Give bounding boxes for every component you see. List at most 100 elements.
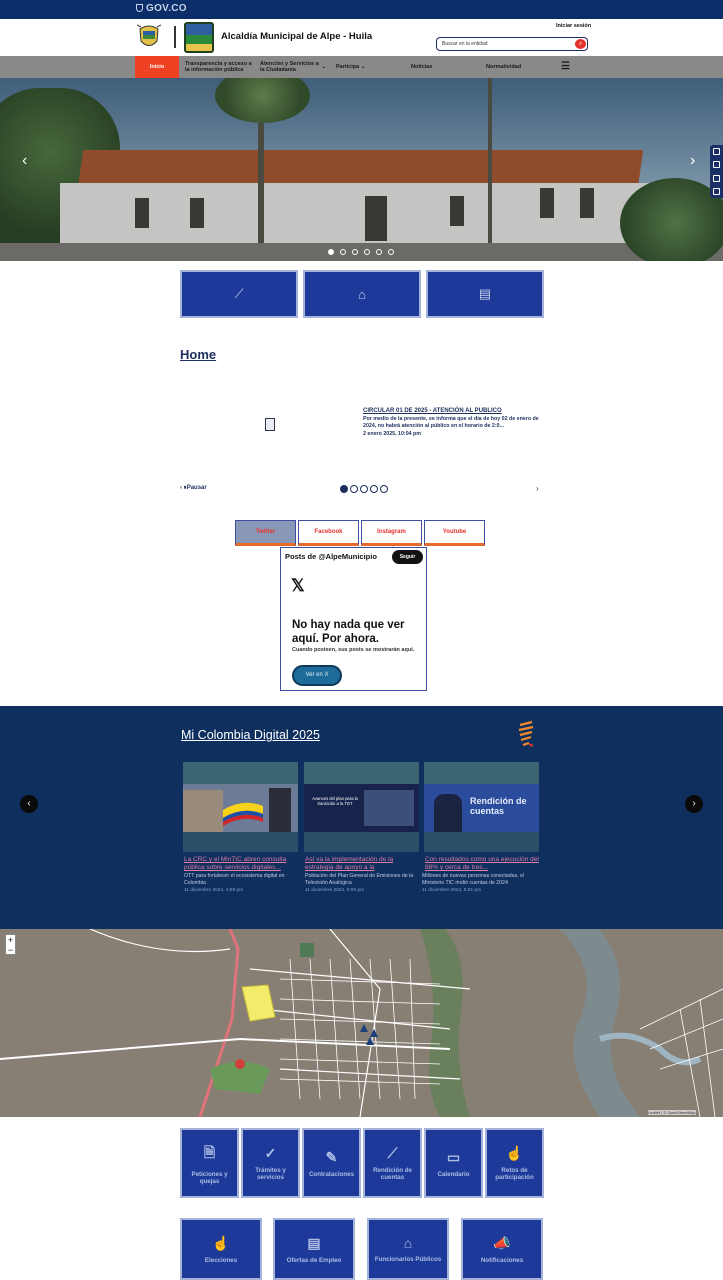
hero-prev-arrow[interactable]: ‹	[22, 152, 27, 170]
news-summary: Por medio de la presente, se informa que…	[363, 416, 539, 429]
mi-colombia-logo	[518, 720, 534, 747]
hero-next-arrow[interactable]: ›	[690, 152, 695, 170]
tile-funcionarios[interactable]: ⌂ Funcionarios Públicos	[367, 1218, 449, 1280]
tab-facebook[interactable]: Facebook	[298, 520, 359, 546]
nav-item-inicio[interactable]: Inicio	[135, 56, 179, 78]
card-overlay-text: Rendición de cuentas	[470, 796, 527, 816]
contrast-icon[interactable]	[713, 148, 720, 156]
news-pager-dots	[340, 485, 388, 493]
card-date: 11 diciembre 2024, 4:59 pm	[184, 888, 244, 893]
gov-co-logo[interactable]: GOV.CO	[136, 3, 187, 14]
header-divider	[174, 26, 176, 48]
news-pager-dot[interactable]	[380, 485, 388, 493]
mcd-next-arrow[interactable]: ›	[685, 795, 703, 813]
hero-dot[interactable]	[328, 249, 334, 255]
hero-pole	[488, 78, 492, 243]
tile-elecciones[interactable]: ☝ Elecciones	[180, 1218, 262, 1280]
tile-empleo[interactable]: ▤ Ofertas de Empleo	[273, 1218, 355, 1280]
hero-dot[interactable]	[388, 249, 394, 255]
zoom-out-button[interactable]: −	[6, 945, 15, 955]
site-title[interactable]: Alcaldía Municipal de Alpe - Huila	[221, 31, 372, 42]
zoom-in-button[interactable]: +	[6, 935, 15, 945]
hero-window	[540, 188, 554, 218]
home-heading: Home	[180, 347, 217, 362]
municipal-shield-logo	[184, 22, 214, 53]
news-pager-dot[interactable]	[370, 485, 378, 493]
card-image[interactable]	[183, 784, 298, 832]
card-image[interactable]: Avances del plan para la transición a la…	[304, 784, 419, 832]
document-icon: 🗎	[203, 1143, 216, 1160]
news-pager-dot[interactable]	[350, 485, 358, 493]
nav-item-atencion[interactable]: Atención y Servicios a la Ciudadanía ⌄	[260, 56, 326, 78]
nav-item-participa[interactable]: Participa ⌄	[336, 56, 376, 78]
x-follow-button[interactable]: Seguir	[392, 550, 423, 564]
screen-reader-icon[interactable]	[713, 187, 720, 195]
hero-dot[interactable]	[364, 249, 370, 255]
x-empty-title: No hay nada que ver aquí. Por ahora.	[292, 619, 405, 645]
hero-window	[450, 196, 464, 226]
card-overlay-text: Avances del plan para la transición a la…	[312, 796, 358, 806]
mcd-prev-arrow[interactable]: ‹	[20, 795, 38, 813]
tile-notificaciones[interactable]: 📣 Notificaciones	[461, 1218, 543, 1280]
hero-door	[365, 196, 387, 241]
nav-item-noticias[interactable]: Noticias	[411, 56, 441, 78]
quick-link-news[interactable]: ▤	[426, 270, 544, 318]
building-icon: ⌂	[403, 1235, 413, 1251]
tile-contrataciones[interactable]: ✎ Contrataciones	[302, 1128, 361, 1198]
x-posts-header: Posts de @AlpeMunicipio	[285, 552, 377, 561]
tab-twitter[interactable]: Twitter	[235, 520, 296, 546]
news-pause-button[interactable]: ‹ ⏸Pausar	[180, 485, 207, 492]
x-empty-subtitle: Cuando posteen, sus posts se mostrarán a…	[292, 647, 415, 653]
gov-bar	[0, 0, 723, 19]
quick-link-home[interactable]: ⌂	[303, 270, 421, 318]
card-description: Población del Plan General de Emisiones …	[305, 873, 414, 886]
hamburger-menu-icon[interactable]: ☰	[561, 56, 573, 78]
location-map[interactable]	[0, 929, 723, 1117]
search-icon[interactable]: ⌕	[575, 39, 586, 49]
card-band	[183, 762, 298, 784]
chevron-down-icon: ⌄	[360, 64, 366, 70]
search-box[interactable]: Buscar en la entidad ⌕	[436, 37, 588, 51]
colombia-coat-of-arms-logo	[137, 24, 161, 46]
card-photo	[364, 790, 414, 826]
card-shadow	[183, 832, 298, 852]
card-date: 11 diciembre 2024, 5:01 pm	[422, 888, 482, 893]
megaphone-icon: 📣	[493, 1234, 511, 1251]
map-attribution[interactable]: Leaflet | © OpenStreetMap	[648, 1110, 696, 1115]
news-title[interactable]: CIRCULAR 01 DE 2025 - ATENCIÓN AL PUBLIC…	[363, 408, 502, 414]
hero-dot[interactable]	[376, 249, 382, 255]
tile-retos[interactable]: ☝ Retos de participación	[485, 1128, 544, 1198]
font-size-icon[interactable]	[713, 161, 720, 169]
vote-icon: ☝	[212, 1234, 230, 1251]
login-link[interactable]: Iniciar sesión	[556, 23, 591, 29]
mi-colombia-title[interactable]: Mi Colombia Digital 2025	[181, 728, 320, 742]
news-pager-dot[interactable]	[340, 485, 348, 493]
quick-link-chart[interactable]: ⟋	[180, 270, 298, 318]
calendar-icon: ▭	[446, 1148, 461, 1165]
card-image[interactable]: Rendición de cuentas	[424, 784, 539, 832]
tile-rendicion[interactable]: ⟋ Rendición de cuentas	[363, 1128, 422, 1198]
hero-tree	[620, 178, 723, 261]
tile-calendario[interactable]: ▭ Calendario	[424, 1128, 483, 1198]
card-shadow	[304, 832, 419, 852]
translate-icon[interactable]	[713, 174, 720, 182]
hero-window	[580, 188, 594, 218]
nav-item-transparencia[interactable]: Transparencia y acceso a la información …	[185, 56, 253, 78]
card-title[interactable]: La CRC y el MinTIC abren consulta públic…	[184, 856, 302, 872]
check-icon: ✓	[264, 1145, 277, 1161]
tab-instagram[interactable]: Instagram	[361, 520, 422, 546]
card-title[interactable]: Con resultados como una ejecución del 88…	[425, 856, 543, 872]
nav-item-normatividad[interactable]: Normatividad	[486, 56, 526, 78]
hero-dot[interactable]	[352, 249, 358, 255]
tile-tramites[interactable]: ✓ Trámites y servicios	[241, 1128, 300, 1198]
tab-youtube[interactable]: Youtube	[424, 520, 485, 546]
card-title[interactable]: Así va la implementación de la estrategi…	[305, 856, 423, 872]
hero-dot[interactable]	[340, 249, 346, 255]
tile-peticiones[interactable]: 🗎 Peticiones y quejas	[180, 1128, 239, 1198]
news-pager-dot[interactable]	[360, 485, 368, 493]
contract-icon: ✎	[325, 1148, 338, 1165]
search-input[interactable]: Buscar en la entidad	[442, 41, 488, 47]
view-on-x-button[interactable]: Ver en X	[292, 665, 342, 686]
chevron-down-icon: ⌄	[321, 64, 326, 70]
news-next-arrow[interactable]: ›	[536, 484, 539, 493]
